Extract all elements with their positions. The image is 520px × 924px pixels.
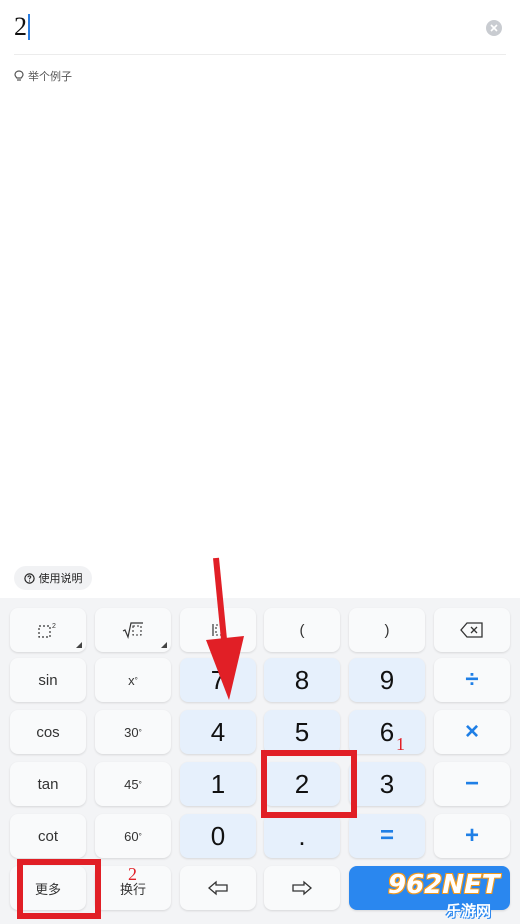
annotation-box-more xyxy=(17,859,101,919)
annotation-arrow xyxy=(206,557,244,700)
watermark-main: 962NET xyxy=(388,870,500,900)
annotation-box-digit-2 xyxy=(261,750,357,818)
watermark-sub: 乐游网 xyxy=(446,903,492,920)
watermark-logo: 962NET 乐游网 xyxy=(380,870,516,920)
annotation-label-2: 2 xyxy=(128,864,137,884)
annotation-label-1: 1 xyxy=(396,734,405,754)
